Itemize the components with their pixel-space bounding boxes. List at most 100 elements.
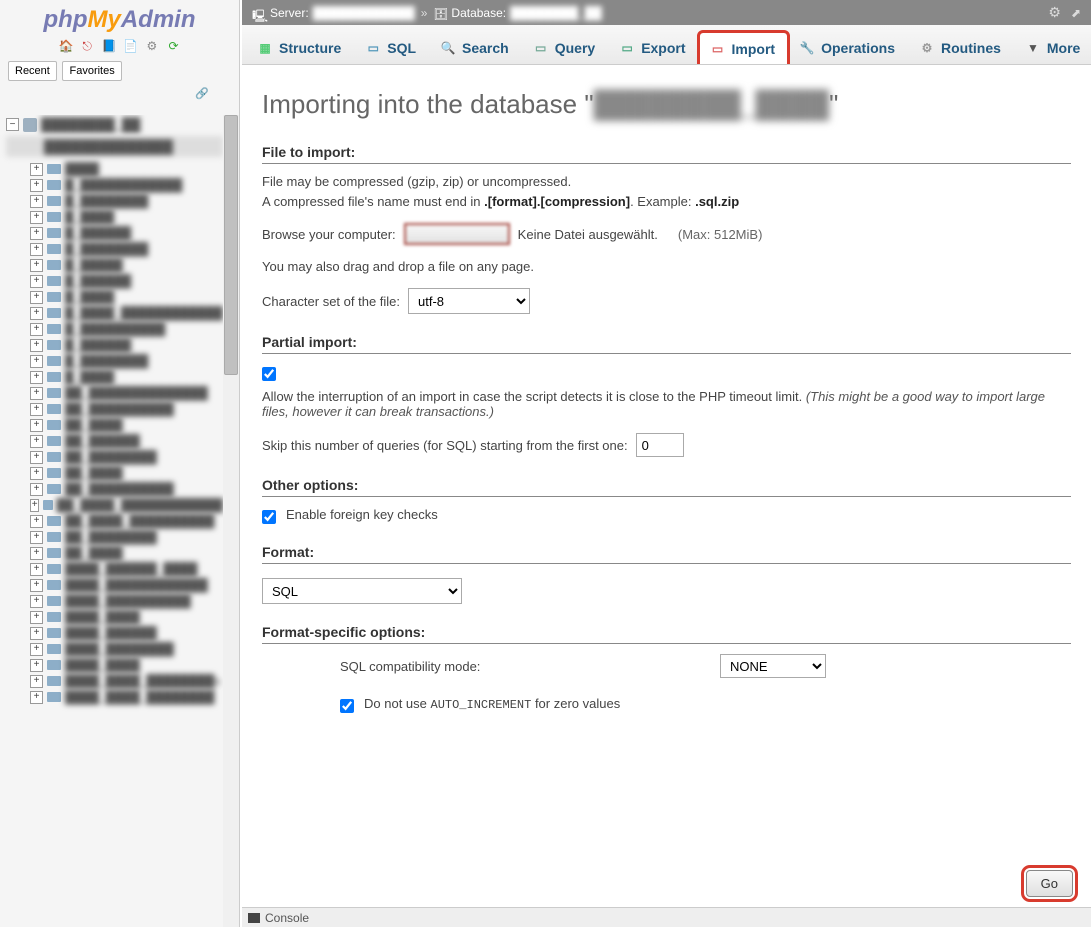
expand-icon[interactable]: + (30, 691, 43, 704)
tree-table-item[interactable]: +█_██████████ (6, 321, 223, 337)
foreign-key-checkbox[interactable] (262, 510, 276, 524)
favorites-button[interactable]: Favorites (62, 61, 121, 81)
expand-icon[interactable]: + (30, 499, 39, 512)
tree-db-root[interactable]: − ████████_██ (6, 115, 223, 134)
expand-icon[interactable]: + (30, 643, 43, 656)
tree-table-item[interactable]: +████_██████████ (6, 593, 223, 609)
console-bar[interactable]: Console (242, 907, 1091, 927)
tree-table-item[interactable]: +██_████_████████████ (6, 497, 223, 513)
skip-input[interactable] (636, 433, 684, 457)
allow-interrupt-checkbox[interactable] (262, 367, 276, 381)
charset-select[interactable]: utf-8 (408, 288, 530, 314)
tree-table-item[interactable]: +██_██████████████ (6, 385, 223, 401)
expand-icon[interactable]: + (30, 307, 43, 320)
tree-db-selected[interactable]: ██████████████ (6, 136, 223, 157)
expand-icon[interactable]: + (30, 611, 43, 624)
tree-table-item[interactable]: +█_████ (6, 369, 223, 385)
tree-table-item[interactable]: +█_██████ (6, 337, 223, 353)
tab-import[interactable]: ▭Import (699, 32, 789, 65)
tree-table-item[interactable]: +█_████████ (6, 353, 223, 369)
expand-icon[interactable]: + (30, 659, 43, 672)
expand-icon[interactable]: + (30, 467, 43, 480)
expand-icon[interactable]: + (30, 291, 43, 304)
tree-table-item[interactable]: +█_████████ (6, 241, 223, 257)
tree-table-item[interactable]: +██_████ (6, 465, 223, 481)
settings-icon[interactable]: ⚙ (145, 39, 159, 53)
tree-table-item[interactable]: +████_██████_████ (6, 561, 223, 577)
tab-sql[interactable]: ▭SQL (354, 31, 429, 64)
tree-table-item[interactable]: +████ (6, 161, 223, 177)
format-select[interactable]: SQL (262, 578, 462, 604)
tree-table-item[interactable]: +█_████ (6, 289, 223, 305)
tab-operations[interactable]: 🔧Operations (788, 31, 908, 64)
expand-icon[interactable]: + (30, 483, 43, 496)
docs-icon[interactable]: 📘 (102, 39, 116, 53)
tree-table-item[interactable]: +████_████ (6, 609, 223, 625)
expand-icon[interactable]: + (30, 419, 43, 432)
expand-icon[interactable]: + (30, 595, 43, 608)
tree-table-item[interactable]: +██_██████████ (6, 481, 223, 497)
tree-table-item[interactable]: +██_████████ (6, 449, 223, 465)
expand-icon[interactable]: + (30, 323, 43, 336)
go-button[interactable]: Go (1026, 870, 1073, 897)
expand-icon[interactable]: + (30, 387, 43, 400)
tree-table-item[interactable]: +██_████ (6, 545, 223, 561)
tree-table-item[interactable]: +██_████_██████████ (6, 513, 223, 529)
page-settings-icon[interactable]: ⚙ (1048, 4, 1061, 21)
tab-routines[interactable]: ⚙Routines (908, 31, 1014, 64)
expand-icon[interactable]: + (30, 675, 43, 688)
tree-table-item[interactable]: +████_████_████████ (6, 689, 223, 705)
expand-icon[interactable]: + (30, 275, 43, 288)
tree-table-item[interactable]: +█_██████ (6, 225, 223, 241)
tree-table-item[interactable]: +█_████████ (6, 193, 223, 209)
expand-icon[interactable]: + (30, 435, 43, 448)
expand-icon[interactable]: + (30, 547, 43, 560)
expand-icon[interactable]: + (30, 371, 43, 384)
compat-select[interactable]: NONE (720, 654, 826, 678)
tab-search[interactable]: 🔍Search (429, 31, 522, 64)
expand-icon[interactable]: + (30, 451, 43, 464)
expand-icon[interactable]: + (30, 227, 43, 240)
expand-icon[interactable]: + (30, 259, 43, 272)
tree-table-item[interactable]: +█_████████████ (6, 177, 223, 193)
tree-table-item[interactable]: +████_██████ (6, 625, 223, 641)
reload-icon[interactable]: ⟳ (167, 39, 181, 53)
expand-icon[interactable]: + (30, 563, 43, 576)
exit-icon[interactable]: ⬈ (1071, 6, 1081, 20)
expand-icon[interactable]: + (30, 355, 43, 368)
home-icon[interactable]: 🏠 (58, 39, 72, 53)
expand-icon[interactable]: + (30, 515, 43, 528)
tree-table-item[interactable]: +████_████_████████s (6, 673, 223, 689)
expand-icon[interactable]: + (30, 531, 43, 544)
tree-table-item[interactable]: +██_██████████ (6, 401, 223, 417)
collapse-icon[interactable]: − (6, 118, 19, 131)
sql-icon[interactable]: 📄 (123, 39, 137, 53)
tree-table-item[interactable]: +████_████ (6, 657, 223, 673)
tree-table-item[interactable]: +████_████████ (6, 641, 223, 657)
no-autoincrement-checkbox[interactable] (340, 699, 354, 713)
expand-icon[interactable]: + (30, 211, 43, 224)
expand-icon[interactable]: + (30, 627, 43, 640)
tree-table-item[interactable]: +█_████ (6, 209, 223, 225)
recent-button[interactable]: Recent (8, 61, 57, 81)
tree-table-item[interactable]: +████_████████████ (6, 577, 223, 593)
tree-table-item[interactable]: +█_████_████████████ (6, 305, 223, 321)
expand-icon[interactable]: + (30, 179, 43, 192)
tab-export[interactable]: ▭Export (608, 31, 698, 64)
expand-icon[interactable]: + (30, 163, 43, 176)
tree-table-item[interactable]: +██_████████ (6, 529, 223, 545)
tab-query[interactable]: ▭Query (522, 31, 608, 64)
expand-icon[interactable]: + (30, 579, 43, 592)
link-icon[interactable]: 🔗 (0, 85, 239, 102)
expand-icon[interactable]: + (30, 403, 43, 416)
tree-table-item[interactable]: +██_██████ (6, 433, 223, 449)
tab-more[interactable]: ▼More (1014, 31, 1091, 64)
tree-table-item[interactable]: +██_████ (6, 417, 223, 433)
expand-icon[interactable]: + (30, 339, 43, 352)
tab-structure[interactable]: ▦Structure (246, 31, 354, 64)
scroll-thumb[interactable] (224, 115, 238, 375)
tree-table-item[interactable]: +█_█████ (6, 257, 223, 273)
logout-icon[interactable]: ⎋ (80, 39, 94, 53)
expand-icon[interactable]: + (30, 195, 43, 208)
sidebar-scrollbar[interactable] (223, 115, 239, 927)
